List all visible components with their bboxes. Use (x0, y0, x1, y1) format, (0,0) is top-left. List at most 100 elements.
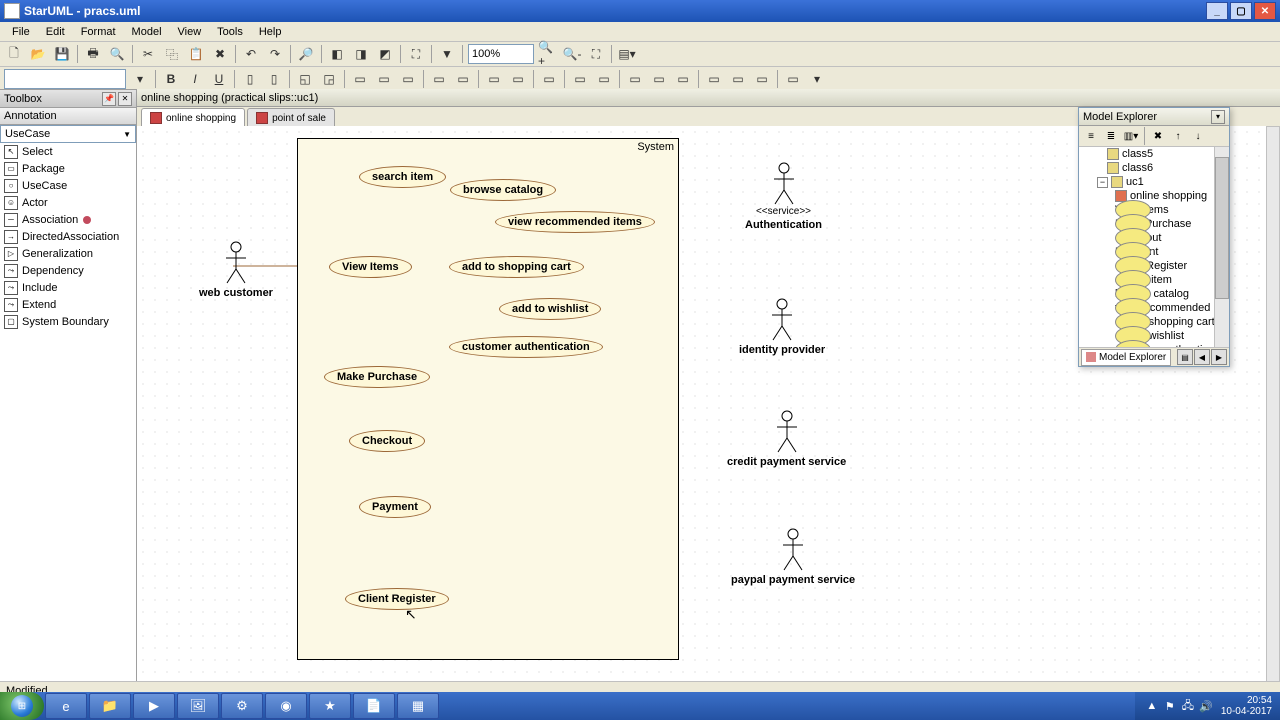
view-button[interactable]: ▤▾ (616, 43, 638, 65)
usecase-payment[interactable]: Payment (359, 496, 431, 518)
tool-usecase[interactable]: ○UseCase (0, 177, 136, 194)
grp-16[interactable]: ▭ (751, 68, 773, 90)
tab-online-shopping[interactable]: online shopping (141, 108, 245, 127)
tray-net-icon[interactable]: 🖧 (1181, 699, 1195, 713)
actor-authentication[interactable]: <<service>> Authentication (745, 162, 822, 231)
grp-6[interactable]: ▭ (483, 68, 505, 90)
grp-14[interactable]: ▭ (703, 68, 725, 90)
explorer-btn2[interactable]: ≣ (1101, 126, 1121, 146)
usecase-view-items[interactable]: View Items (329, 256, 412, 278)
tree-node[interactable]: class5 (1079, 147, 1229, 161)
btn-d[interactable]: ⛶ (405, 43, 427, 65)
tree-node[interactable]: view recommended items (1079, 301, 1229, 315)
pin-icon[interactable]: 📌 (102, 92, 116, 106)
system-tray[interactable]: ▲ ⚑ 🖧 🔊 20:5410-04-2017 (1135, 692, 1280, 720)
btn-a[interactable]: ◧ (326, 43, 348, 65)
menu-file[interactable]: File (4, 24, 38, 40)
explorer-btn6[interactable]: ↓ (1188, 126, 1208, 146)
actor-web-customer[interactable]: web customer (199, 241, 273, 299)
zoom-out-button[interactable]: 🔍- (561, 43, 583, 65)
task-explorer[interactable]: 📁 (89, 693, 131, 719)
grp-13[interactable]: ▭ (672, 68, 694, 90)
grp-1[interactable]: ▭ (349, 68, 371, 90)
bold-button[interactable]: B (160, 68, 182, 90)
task-ie[interactable]: e (45, 693, 87, 719)
actor-paypal[interactable]: paypal payment service (731, 528, 855, 586)
explorer-nav-prev[interactable]: ◀ (1194, 349, 1210, 365)
delete-button[interactable]: ✖ (209, 43, 231, 65)
menu-edit[interactable]: Edit (38, 24, 73, 40)
find-button[interactable]: 🔎 (295, 43, 317, 65)
task-app1[interactable]: ⚙ (221, 693, 263, 719)
align-2[interactable]: ▯ (263, 68, 285, 90)
grp-3[interactable]: ▭ (397, 68, 419, 90)
start-button[interactable]: ⊞ (0, 692, 44, 720)
explorer-tree[interactable]: class5class6−uc1online shoppingView Item… (1079, 147, 1229, 347)
tree-node[interactable]: Checkout (1079, 231, 1229, 245)
explorer-btn5[interactable]: ↑ (1168, 126, 1188, 146)
arrange-2[interactable]: ◲ (318, 68, 340, 90)
tree-node[interactable]: −uc1 (1079, 175, 1229, 189)
tree-node[interactable]: customer authentication (1079, 343, 1229, 347)
arrange-1[interactable]: ◱ (294, 68, 316, 90)
usecase-view-recommended[interactable]: view recommended items (495, 211, 655, 233)
grp-9[interactable]: ▭ (569, 68, 591, 90)
print-preview-button[interactable]: 🔍 (106, 43, 128, 65)
model-explorer-panel[interactable]: Model Explorer ▾ ≡ ≣ ▥▾ ✖ ↑ ↓ class5clas… (1078, 107, 1230, 367)
task-notepad[interactable]: 📄 (353, 693, 395, 719)
grp-12[interactable]: ▭ (648, 68, 670, 90)
paste-button[interactable]: 📋 (185, 43, 207, 65)
tree-node[interactable]: Client Register (1079, 259, 1229, 273)
open-button[interactable]: 📂 (27, 43, 49, 65)
explorer-scrollbar[interactable] (1214, 147, 1229, 347)
undo-button[interactable]: ↶ (240, 43, 262, 65)
close-button[interactable]: ✕ (1254, 2, 1276, 20)
tool-select[interactable]: ↖Select (0, 143, 136, 160)
tool-package[interactable]: ▭Package (0, 160, 136, 177)
usecase-checkout[interactable]: Checkout (349, 430, 425, 452)
tree-node[interactable]: Payment (1079, 245, 1229, 259)
explorer-nav-1[interactable]: ▤ (1177, 349, 1193, 365)
grp-2[interactable]: ▭ (373, 68, 395, 90)
save-button[interactable]: 💾 (51, 43, 73, 65)
tool-dependency[interactable]: ⤳Dependency (0, 262, 136, 279)
usecase-browse-catalog[interactable]: browse catalog (450, 179, 556, 201)
tool-actor[interactable]: ☺Actor (0, 194, 136, 211)
maximize-button[interactable]: ▢ (1230, 2, 1252, 20)
tray-vol-icon[interactable]: 🔊 (1199, 699, 1213, 713)
usecase-add-wishlist[interactable]: add to wishlist (499, 298, 601, 320)
menu-format[interactable]: Format (73, 24, 124, 40)
explorer-nav-next[interactable]: ▶ (1211, 349, 1227, 365)
grp-17[interactable]: ▭ (782, 68, 804, 90)
grp-4[interactable]: ▭ (428, 68, 450, 90)
menu-view[interactable]: View (170, 24, 210, 40)
tree-node[interactable]: add to wishlist (1079, 329, 1229, 343)
font-combo[interactable] (4, 69, 126, 89)
explorer-menu-icon[interactable]: ▾ (1211, 110, 1225, 124)
actor-credit-payment[interactable]: credit payment service (727, 410, 846, 468)
zoom-combo[interactable]: 100% (468, 44, 534, 64)
zoom-in-button[interactable]: 🔍+ (537, 43, 559, 65)
task-app2[interactable]: ▦ (397, 693, 439, 719)
tool-include[interactable]: ⤳Include (0, 279, 136, 296)
tree-node[interactable]: Make Purchase (1079, 217, 1229, 231)
tool-extend[interactable]: ⤳Extend (0, 296, 136, 313)
task-staruml[interactable]: ★ (309, 693, 351, 719)
tree-node[interactable]: View Items (1079, 203, 1229, 217)
explorer-btn4[interactable]: ✖ (1148, 126, 1168, 146)
explorer-btn3[interactable]: ▥▾ (1121, 126, 1141, 146)
usecase-search-item[interactable]: search item (359, 166, 446, 188)
italic-button[interactable]: I (184, 68, 206, 90)
tab-point-of-sale[interactable]: point of sale (247, 108, 335, 127)
explorer-btn1[interactable]: ≡ (1081, 126, 1101, 146)
minimize-button[interactable]: _ (1206, 2, 1228, 20)
tool-directed-association[interactable]: →DirectedAssociation (0, 228, 136, 245)
tray-flag-icon[interactable]: ⚑ (1163, 699, 1177, 713)
usecase-make-purchase[interactable]: Make Purchase (324, 366, 430, 388)
usecase-customer-auth[interactable]: customer authentication (449, 336, 603, 358)
task-media[interactable]: ▶ (133, 693, 175, 719)
toolbox-section-usecase[interactable]: UseCase ▼ (0, 125, 136, 143)
menu-tools[interactable]: Tools (209, 24, 251, 40)
vertical-scrollbar[interactable] (1266, 126, 1280, 684)
font-dd[interactable]: ▾ (129, 68, 151, 90)
